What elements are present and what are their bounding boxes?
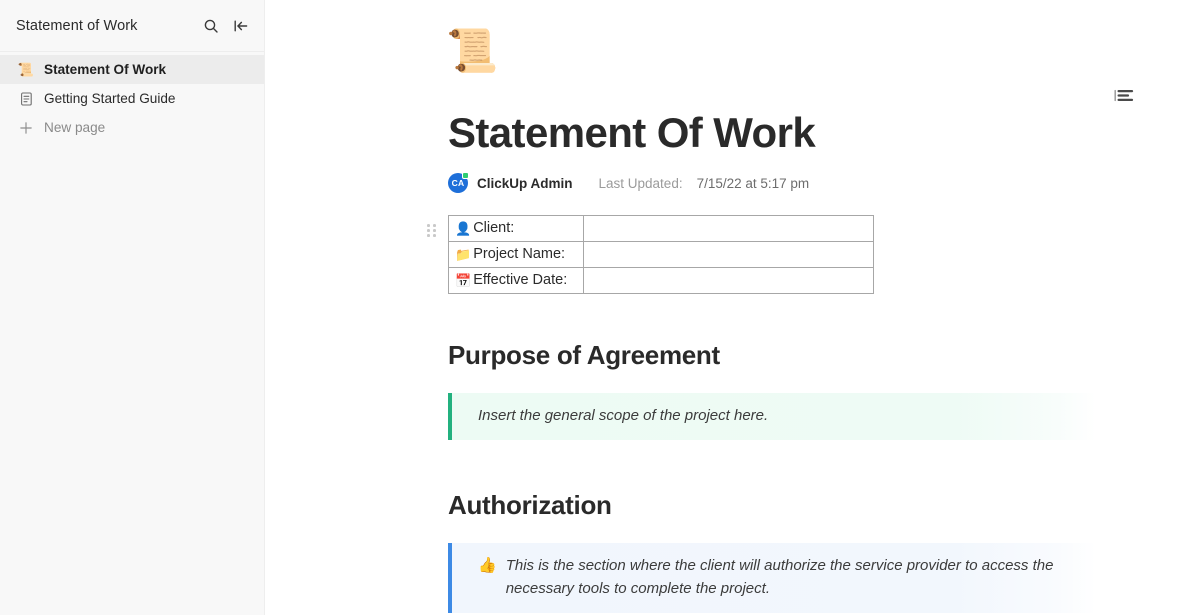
section-heading-purpose[interactable]: Purpose of Agreement xyxy=(448,340,1148,371)
callout-purpose[interactable]: Insert the general scope of the project … xyxy=(448,393,1096,440)
callout-authorization[interactable]: 👍 This is the section where the client w… xyxy=(448,542,1096,613)
document-cover-emoji[interactable]: 📜 xyxy=(446,30,1148,84)
sidebar-item-new-page[interactable]: New page xyxy=(0,113,264,142)
online-status-badge xyxy=(462,172,469,180)
calendar-emoji-icon: 📅 xyxy=(455,273,472,289)
callout-text: This is the section where the client wil… xyxy=(505,556,1054,597)
section-heading-authorization[interactable]: Authorization xyxy=(448,490,1148,521)
info-table: 👤 Client: 📁 Project Name: 📅 Effective Da… xyxy=(448,215,874,295)
document-body: 📜 Statement Of Work CA ClickUp Admin Las… xyxy=(427,0,1148,613)
table-cell-label[interactable]: 📅 Effective Date: xyxy=(448,267,584,295)
avatar[interactable]: CA xyxy=(448,172,469,194)
table-label-text: Effective Date: xyxy=(473,272,568,289)
scroll-icon: 📜 xyxy=(17,62,35,77)
person-emoji-icon: 👤 xyxy=(455,221,472,237)
sidebar-title: Statement of Work xyxy=(16,17,138,34)
collapse-sidebar-icon[interactable] xyxy=(232,17,250,35)
folder-emoji-icon: 📁 xyxy=(455,247,472,263)
sidebar-item-label: Statement Of Work xyxy=(44,62,167,77)
document-icon xyxy=(18,91,34,107)
sidebar: Statement of Work 📜 Statement Of Work Ge… xyxy=(0,0,265,615)
author-name: ClickUp Admin xyxy=(477,175,573,191)
last-updated-value: 7/15/22 at 5:17 pm xyxy=(696,175,810,191)
table-cell-value[interactable] xyxy=(583,215,874,243)
table-cell-value[interactable] xyxy=(583,267,874,295)
table-cell-label[interactable]: 👤 Client: xyxy=(448,215,584,243)
drag-handle-icon[interactable] xyxy=(427,224,437,238)
table-row: 📅 Effective Date: xyxy=(448,267,874,295)
sidebar-item-label: New page xyxy=(44,120,106,135)
sidebar-item-getting-started-guide[interactable]: Getting Started Guide xyxy=(0,84,264,113)
search-icon[interactable] xyxy=(202,17,220,35)
sidebar-header: Statement of Work xyxy=(0,0,264,52)
sidebar-item-label: Getting Started Guide xyxy=(44,91,176,106)
thumbs-up-emoji-icon: 👍 xyxy=(478,556,497,574)
plus-icon xyxy=(18,120,34,136)
table-cell-label[interactable]: 📁 Project Name: xyxy=(448,241,584,269)
table-cell-value[interactable] xyxy=(583,241,874,269)
sidebar-item-statement-of-work[interactable]: 📜 Statement Of Work xyxy=(0,55,264,84)
table-row: 👤 Client: xyxy=(448,215,874,243)
table-row: 📁 Project Name: xyxy=(448,241,874,269)
callout-text: Insert the general scope of the project … xyxy=(478,407,769,425)
app-root: Statement of Work 📜 Statement Of Work Ge… xyxy=(0,0,1200,615)
sidebar-nav: 📜 Statement Of Work Getting Started Guid… xyxy=(0,52,264,142)
document-meta: CA ClickUp Admin Last Updated: 7/15/22 a… xyxy=(448,172,1148,194)
page-title[interactable]: Statement Of Work xyxy=(448,109,1148,156)
table-label-text: Client: xyxy=(473,220,515,237)
last-updated-label: Last Updated: xyxy=(598,175,683,191)
sidebar-header-actions xyxy=(202,17,250,35)
document-pane: 📜 Statement Of Work CA ClickUp Admin Las… xyxy=(265,0,1200,615)
table-label-text: Project Name: xyxy=(473,246,566,263)
info-table-block: 👤 Client: 📁 Project Name: 📅 Effective Da… xyxy=(427,215,1148,295)
